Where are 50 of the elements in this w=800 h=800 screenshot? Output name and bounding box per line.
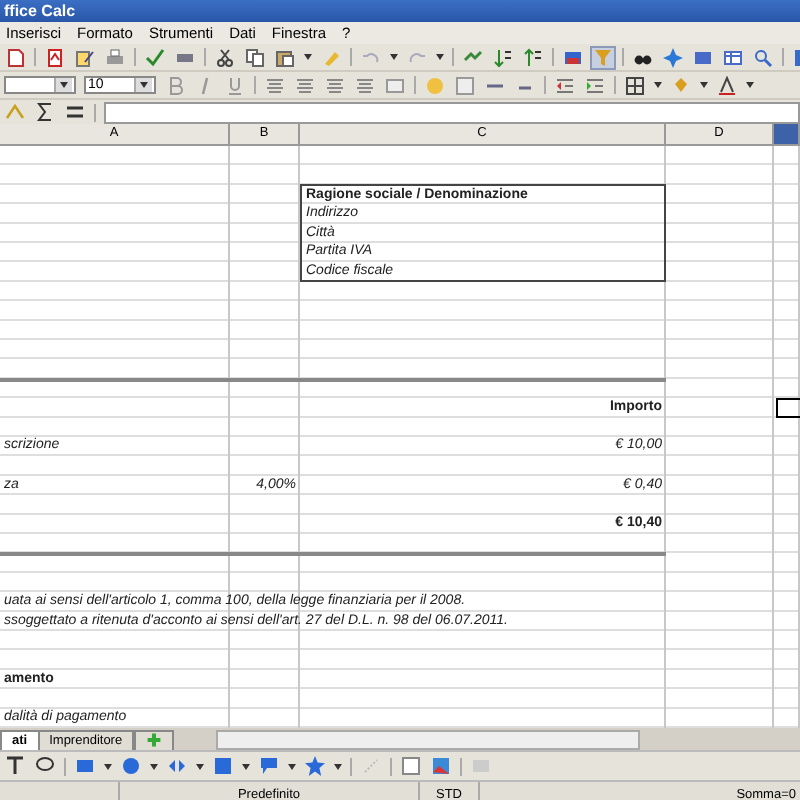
formula-input[interactable] xyxy=(104,101,800,123)
dropdown-arrow-icon[interactable] xyxy=(196,763,204,769)
dropdown-arrow-icon[interactable] xyxy=(60,82,68,88)
window-title: ffice Calc xyxy=(0,0,800,22)
indent-increase-icon[interactable] xyxy=(584,75,606,95)
paste-icon[interactable] xyxy=(274,47,296,67)
sort-descending-icon[interactable] xyxy=(522,47,544,67)
sort-ascending-icon[interactable] xyxy=(492,47,514,67)
add-sheet-tab[interactable] xyxy=(134,730,175,750)
star-icon[interactable] xyxy=(304,756,326,776)
dropdown-arrow-icon[interactable] xyxy=(304,54,312,60)
indent-decrease-icon[interactable] xyxy=(554,75,576,95)
column-header[interactable] xyxy=(774,124,800,146)
pdf-icon[interactable] xyxy=(44,47,66,67)
dropdown-arrow-icon[interactable] xyxy=(654,82,662,88)
dropdown-arrow-icon[interactable] xyxy=(390,54,398,60)
table-icon[interactable] xyxy=(722,47,744,67)
align-icon[interactable] xyxy=(324,75,346,95)
dropdown-arrow-icon[interactable] xyxy=(700,82,708,88)
align-icon[interactable] xyxy=(354,75,376,95)
align-icon[interactable] xyxy=(294,75,316,95)
dropdown-arrow-icon[interactable] xyxy=(334,763,342,769)
magnifier-icon[interactable] xyxy=(752,47,774,67)
dropdown-arrow-icon[interactable] xyxy=(104,763,112,769)
dropdown-arrow-icon[interactable] xyxy=(436,54,444,60)
navigator-icon[interactable] xyxy=(662,47,684,67)
borders-icon[interactable] xyxy=(624,75,646,95)
dropdown-arrow-icon[interactable] xyxy=(150,763,158,769)
horizontal-scrollbar[interactable] xyxy=(216,730,641,750)
bold-icon[interactable] xyxy=(164,75,186,95)
equals-icon[interactable] xyxy=(64,102,86,122)
align-icon[interactable] xyxy=(264,75,286,95)
rectangle-icon[interactable] xyxy=(212,756,234,776)
plus-icon xyxy=(146,732,163,748)
cell-cursor xyxy=(776,397,800,418)
scissors-icon[interactable] xyxy=(214,47,236,67)
text-icon[interactable] xyxy=(4,756,26,776)
printer-icon[interactable] xyxy=(104,47,126,67)
copy-icon[interactable] xyxy=(244,47,266,67)
ellipse-icon[interactable] xyxy=(120,756,142,776)
dropdown-arrow-icon[interactable] xyxy=(242,763,250,769)
sum-icon[interactable] xyxy=(34,102,56,122)
dropdown-arrow-icon[interactable] xyxy=(288,763,296,769)
font-color-icon[interactable] xyxy=(716,75,738,95)
font-name-field[interactable] xyxy=(4,76,76,94)
dropdown-arrow-icon[interactable] xyxy=(140,82,148,88)
shape-icon[interactable] xyxy=(74,756,96,776)
double-arrow-icon[interactable] xyxy=(166,756,188,776)
dropdown-arrow-icon[interactable] xyxy=(746,82,754,88)
image-icon[interactable] xyxy=(430,756,452,776)
